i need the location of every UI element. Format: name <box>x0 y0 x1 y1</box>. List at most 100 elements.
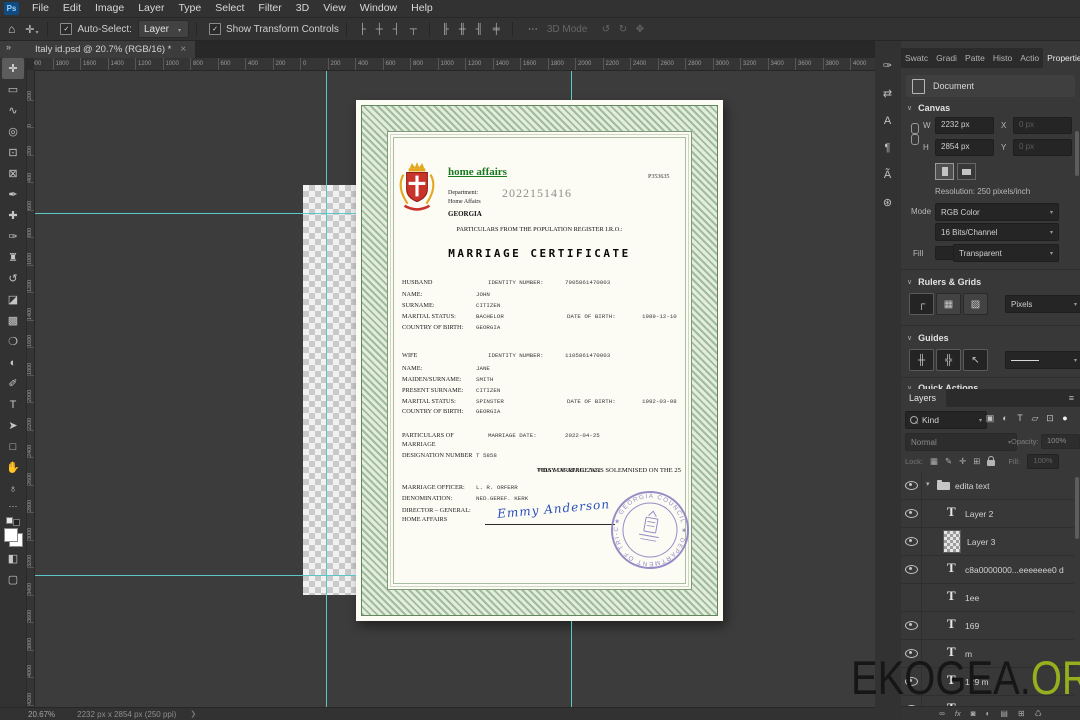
align-icon[interactable]: ├ <box>355 24 370 35</box>
menu-help[interactable]: Help <box>404 0 440 17</box>
blend-mode-dropdown[interactable]: Normal ▾ <box>905 433 1017 451</box>
clear-guides-button[interactable]: ↖ <box>963 349 988 371</box>
delete-layer-icon[interactable]: ♺ <box>1035 709 1042 718</box>
distribute-icon[interactable]: ╪ <box>489 24 504 35</box>
tab-gradi[interactable]: Gradi <box>932 48 961 68</box>
fill-field[interactable]: 100% <box>1027 453 1060 469</box>
transparent-canvas-region[interactable] <box>303 185 357 595</box>
glyphs-panel-icon[interactable]: Ã <box>884 169 891 181</box>
eyedropper-tool[interactable]: ✒ <box>2 184 24 205</box>
quick-mask-icon[interactable]: ◧ <box>2 548 24 569</box>
zoom-tool[interactable]: ♁ <box>2 478 24 499</box>
layer-row[interactable]: T 169 <box>901 611 1074 640</box>
layer-row[interactable]: Layer 3 <box>901 527 1074 556</box>
brush-settings-icon[interactable]: ✑ <box>883 59 892 72</box>
auto-select-checkbox[interactable]: ✓ <box>60 23 73 35</box>
tab-properties[interactable]: Properties <box>1043 48 1080 68</box>
layer-row[interactable]: Tc8a0000000...eeeeeee0 d <box>901 555 1074 584</box>
height-field[interactable]: 2854 px <box>935 139 994 156</box>
bit-depth-dropdown[interactable]: 16 Bits/Channel ▾ <box>935 223 1059 241</box>
toggle-pixel-grid-button[interactable]: ▨ <box>963 293 988 315</box>
blur-tool[interactable]: ❍ <box>2 331 24 352</box>
width-field[interactable]: 2232 px <box>935 117 994 134</box>
healing-brush-tool[interactable]: ✚ <box>2 205 24 226</box>
edit-toolbar-icon[interactable]: ⋯ <box>9 501 18 512</box>
default-colors-icon[interactable] <box>6 517 20 526</box>
visibility-toggle[interactable] <box>901 583 922 611</box>
screen-mode-icon[interactable]: ▢ <box>2 569 24 590</box>
libraries-panel-icon[interactable]: ⊛ <box>883 196 892 209</box>
pen-tool[interactable]: ✐ <box>2 373 24 394</box>
canvas-area[interactable]: home affairs P353635 Department: Home Af… <box>34 70 875 708</box>
opacity-field[interactable]: 100% <box>1041 434 1080 449</box>
align-icon[interactable]: ┤ <box>389 24 404 35</box>
clone-stamp-tool[interactable]: ♜ <box>2 247 24 268</box>
eraser-tool[interactable]: ◪ <box>2 289 24 310</box>
align-icon[interactable]: ┬ <box>406 24 421 35</box>
toggle-rulers-button[interactable]: ┌ <box>909 293 934 315</box>
panel-menu-icon[interactable]: ≡ <box>1063 389 1080 407</box>
canvas-section-header[interactable]: ∨ Canvas <box>907 103 950 113</box>
lock-position-icon[interactable]: ✛ <box>959 456 966 467</box>
visibility-toggle[interactable] <box>901 527 922 555</box>
smart-object-filter-icon[interactable]: ⊡ <box>1043 413 1057 424</box>
menu-view[interactable]: View <box>316 0 353 17</box>
menu-select[interactable]: Select <box>208 0 251 17</box>
history-brush-tool[interactable]: ↺ <box>2 268 24 289</box>
visibility-toggle[interactable] <box>901 611 922 639</box>
layer-row[interactable]: T 1ee <box>901 583 1074 612</box>
distribute-icon[interactable]: ╢ <box>472 24 487 35</box>
link-dimensions-icon[interactable] <box>911 123 919 147</box>
type-tool[interactable]: T <box>2 394 24 415</box>
guides-section-header[interactable]: ∨ Guides <box>907 333 949 343</box>
adjustment-layer-icon[interactable]: ◐ <box>986 709 991 718</box>
align-icon[interactable]: ┼ <box>372 24 387 35</box>
dodge-tool[interactable]: ◐ <box>2 352 24 373</box>
vertical-guide[interactable] <box>326 70 327 708</box>
fill-swatch[interactable] <box>935 246 954 260</box>
status-expand-icon[interactable]: ❯ <box>190 710 196 718</box>
paragraph-panel-icon[interactable]: ¶ <box>885 142 891 154</box>
layer-mask-icon[interactable]: ◙ <box>971 709 976 718</box>
tab-swatc[interactable]: Swatc <box>901 48 932 68</box>
menu-filter[interactable]: Filter <box>251 0 288 17</box>
horizontal-guide[interactable] <box>34 213 356 214</box>
tab-patte[interactable]: Patte <box>961 48 989 68</box>
tab-layers[interactable]: Layers <box>901 389 947 407</box>
zoom-level[interactable]: 20.67% <box>28 710 55 719</box>
rectangular-marquee-tool[interactable]: ▭ <box>2 79 24 100</box>
lasso-tool[interactable]: ∿ <box>2 100 24 121</box>
tab-actio[interactable]: Actio <box>1016 48 1043 68</box>
menu-layer[interactable]: Layer <box>131 0 171 17</box>
ruler-corner[interactable] <box>26 58 34 70</box>
layer-row[interactable]: ▾ edita text <box>901 471 1074 500</box>
menu-type[interactable]: Type <box>171 0 208 17</box>
lock-artboard-icon[interactable]: ⊞ <box>973 456 980 467</box>
menu-window[interactable]: Window <box>353 0 404 17</box>
gradient-tool[interactable]: ▩ <box>2 310 24 331</box>
properties-scrollbar[interactable] <box>1075 131 1079 176</box>
chevron-down-icon[interactable]: ▾ <box>926 480 930 488</box>
distribute-icon[interactable]: ╫ <box>455 24 470 35</box>
menu-edit[interactable]: Edit <box>56 0 88 17</box>
layer-row[interactable]: T Layer 2 <box>901 499 1074 528</box>
ruler-units-dropdown[interactable]: Pixels ▾ <box>1005 295 1080 313</box>
vertical-guide[interactable] <box>571 621 572 708</box>
brush-tool[interactable]: ✑ <box>2 226 24 247</box>
visibility-toggle[interactable] <box>901 499 922 527</box>
move-tool-icon[interactable]: ✛ <box>25 23 34 36</box>
more-options-icon[interactable]: ⋯ <box>528 24 539 35</box>
menu-3d[interactable]: 3D <box>289 0 316 17</box>
frame-tool[interactable]: ⊠ <box>2 163 24 184</box>
adjustment-layer-filter-icon[interactable]: ◐ <box>998 413 1012 423</box>
horizontal-guide[interactable] <box>34 575 356 576</box>
lock-guides-button[interactable]: ╬ <box>936 349 961 371</box>
document-tab[interactable]: Italy id.psd @ 20.7% (RGB/16) * × <box>26 41 196 58</box>
new-layer-icon[interactable]: ⊞ <box>1018 709 1025 718</box>
show-transform-checkbox[interactable]: ✓ <box>209 23 221 35</box>
home-icon[interactable]: ⌂ <box>8 22 15 36</box>
vertical-guide[interactable] <box>571 70 572 100</box>
fill-dropdown[interactable]: Transparent ▾ <box>953 244 1059 262</box>
move-tool[interactable]: ✛ <box>2 58 24 79</box>
menu-image[interactable]: Image <box>88 0 131 17</box>
